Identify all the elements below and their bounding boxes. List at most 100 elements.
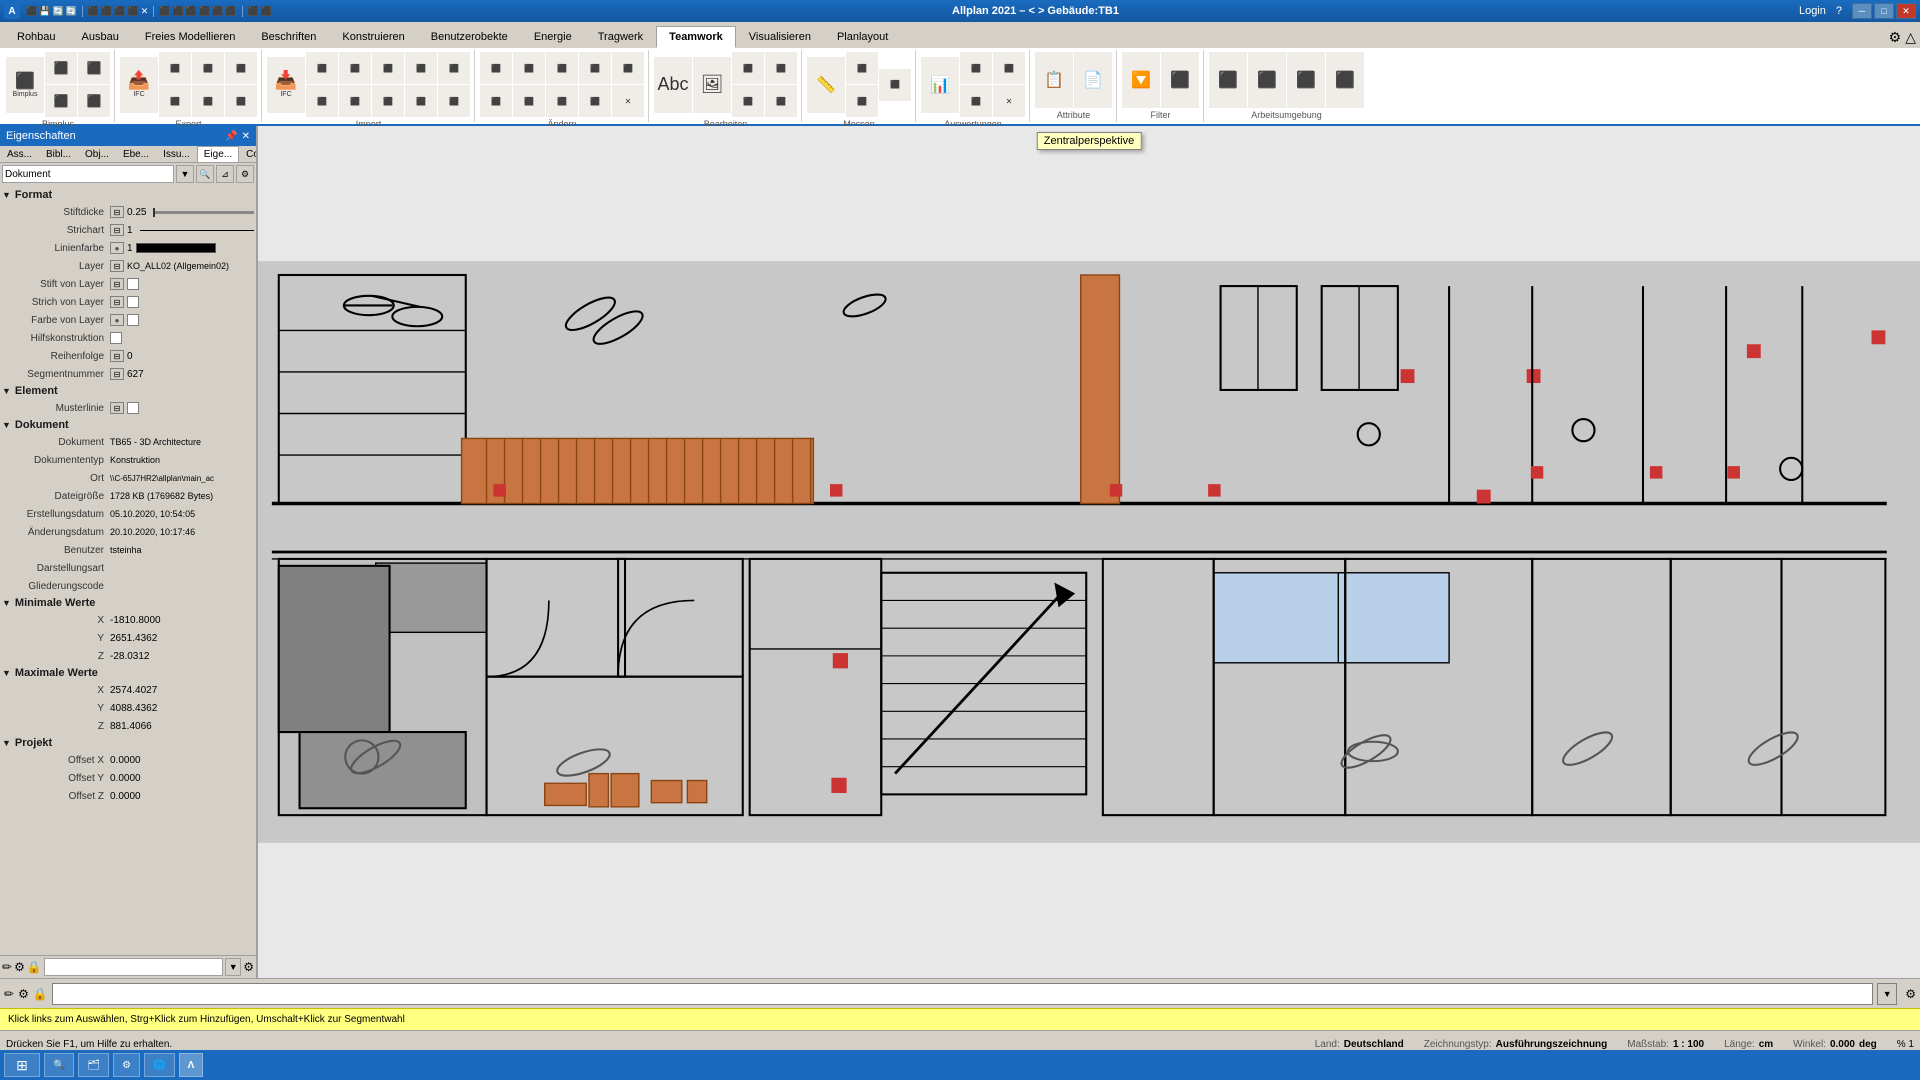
- panel-tool-icon-1[interactable]: ✏: [2, 960, 12, 974]
- tab-freies-modellieren[interactable]: Freies Modellieren: [132, 26, 248, 48]
- tab-konstruieren[interactable]: Konstruieren: [329, 26, 417, 48]
- tab-tragwerk[interactable]: Tragwerk: [585, 26, 656, 48]
- export-btn-2[interactable]: ⬛: [159, 52, 191, 84]
- qat-icon[interactable]: 🔄: [52, 6, 63, 17]
- close-button[interactable]: ✕: [1896, 3, 1916, 19]
- import-btn-11[interactable]: ⬛: [438, 85, 470, 117]
- panel-search-input[interactable]: [2, 165, 174, 183]
- tab-rohbau[interactable]: Rohbau: [4, 26, 69, 48]
- arbeitsumgebung-btn-4[interactable]: ⬛: [1326, 52, 1364, 108]
- qat-icon[interactable]: ⬛: [101, 6, 112, 17]
- panel-pin-icon[interactable]: 📌: [225, 131, 237, 142]
- auswertungen-btn-3[interactable]: ⬛: [960, 85, 992, 117]
- auswertungen-btn-2[interactable]: ⬛: [960, 52, 992, 84]
- taskbar-search-btn[interactable]: 🔍: [44, 1053, 74, 1077]
- export-btn-7[interactable]: ⬛: [225, 85, 257, 117]
- qat-icon[interactable]: ⬛: [128, 6, 139, 17]
- arbeitsumgebung-btn-3[interactable]: ⬛: [1287, 52, 1325, 108]
- help-button[interactable]: ?: [1836, 5, 1842, 17]
- tab-visualisieren[interactable]: Visualisieren: [736, 26, 824, 48]
- import-btn-3[interactable]: ⬛: [306, 85, 338, 117]
- qat-icon[interactable]: ⬛: [26, 6, 37, 17]
- messen-btn-1[interactable]: 📏: [807, 57, 845, 113]
- panel-settings-btn[interactable]: ⚙: [236, 165, 254, 183]
- qat-icon[interactable]: ⬛: [248, 6, 259, 17]
- panel-tab-ebe[interactable]: Ebe...: [116, 146, 156, 162]
- import-btn-9[interactable]: ⬛: [405, 85, 437, 117]
- qat-icon[interactable]: ✕: [141, 6, 149, 17]
- command-input[interactable]: [52, 983, 1873, 1005]
- command-icon-3[interactable]: 🔒: [33, 987, 48, 1001]
- export-btn-6[interactable]: ⬛: [225, 52, 257, 84]
- auswertungen-btn-5[interactable]: ✕: [993, 85, 1025, 117]
- panel-tab-eige[interactable]: Eige...: [197, 146, 239, 162]
- command-dropdown-btn[interactable]: ▼: [1877, 983, 1897, 1005]
- import-btn-7[interactable]: ⬛: [372, 85, 404, 117]
- strich-checkbox[interactable]: [127, 296, 139, 308]
- andern-btn-5[interactable]: ⬛: [546, 52, 578, 84]
- import-btn-8[interactable]: ⬛: [405, 52, 437, 84]
- taskbar-browser-btn[interactable]: 🌐: [144, 1053, 174, 1077]
- import-btn-2[interactable]: ⬛: [306, 52, 338, 84]
- andern-btn-2[interactable]: ⬛: [480, 85, 512, 117]
- arbeitsumgebung-btn-2[interactable]: ⬛: [1248, 52, 1286, 108]
- andern-btn-7[interactable]: ⬛: [579, 52, 611, 84]
- tab-energie[interactable]: Energie: [521, 26, 585, 48]
- qat-icon[interactable]: ⬛: [212, 6, 223, 17]
- color-swatch[interactable]: [136, 243, 216, 253]
- settings-icon[interactable]: ⚙: [1889, 29, 1902, 46]
- start-button[interactable]: ⊞: [4, 1053, 40, 1077]
- panel-close-icon[interactable]: ✕: [242, 131, 250, 142]
- stiftdicke-slider[interactable]: [153, 211, 254, 214]
- panel-tool-icon-3[interactable]: 🔒: [27, 960, 42, 974]
- andern-btn-4[interactable]: ⬛: [513, 85, 545, 117]
- export-btn-4[interactable]: ⬛: [192, 52, 224, 84]
- bearbeiten-btn-4[interactable]: ⬛: [732, 85, 764, 117]
- panel-filter-dropdown[interactable]: ▼: [225, 958, 241, 976]
- panel-tab-obj[interactable]: Obj...: [78, 146, 116, 162]
- filter-btn-1[interactable]: 🔽: [1122, 52, 1160, 108]
- qat-icon[interactable]: 🔄: [66, 6, 77, 17]
- minimize-button[interactable]: ─: [1852, 3, 1872, 19]
- auswertungen-btn-4[interactable]: ⬛: [993, 52, 1025, 84]
- qat-icon[interactable]: ⬛: [186, 6, 197, 17]
- expand-icon[interactable]: △: [1905, 29, 1916, 46]
- hilfskonstruktion-checkbox[interactable]: [110, 332, 122, 344]
- bimplus-btn-4[interactable]: ⬛: [78, 52, 110, 84]
- import-btn-6[interactable]: ⬛: [372, 52, 404, 84]
- qat-icon[interactable]: ⬛: [159, 6, 170, 17]
- maximize-button[interactable]: □: [1874, 3, 1894, 19]
- dokument-section-header[interactable]: ▼ Dokument: [2, 417, 254, 433]
- qat-icon[interactable]: ⬛: [88, 6, 99, 17]
- export-btn-1[interactable]: 📤 IFC: [120, 57, 158, 113]
- panel-tab-ass[interactable]: Ass...: [0, 146, 39, 162]
- panel-tab-issu[interactable]: Issu...: [156, 146, 197, 162]
- panel-tab-bibl[interactable]: Bibl...: [39, 146, 78, 162]
- bimplus-btn-2[interactable]: ⬛: [45, 52, 77, 84]
- panel-tab-co[interactable]: Co...: [239, 146, 258, 162]
- element-section-header[interactable]: ▼ Element: [2, 383, 254, 399]
- farbe-checkbox[interactable]: [127, 314, 139, 326]
- bearbeiten-btn-3[interactable]: ⬛: [732, 52, 764, 84]
- qat-icon[interactable]: ⬛: [261, 6, 272, 17]
- export-btn-5[interactable]: ⬛: [192, 85, 224, 117]
- drawing-area[interactable]: Zentralperspektive: [258, 126, 1920, 978]
- andern-btn-1[interactable]: ⬛: [480, 52, 512, 84]
- import-btn-4[interactable]: ⬛: [339, 52, 371, 84]
- andern-btn-8[interactable]: ⬛: [579, 85, 611, 117]
- bearbeiten-btn-text[interactable]: Abc: [654, 57, 692, 113]
- search-dropdown-btn[interactable]: ▼: [176, 165, 194, 183]
- messen-btn-3[interactable]: ⬛: [846, 85, 878, 117]
- projekt-section-header[interactable]: ▼ Projekt: [2, 735, 254, 751]
- export-btn-3[interactable]: ⬛: [159, 85, 191, 117]
- messen-btn-4[interactable]: ⬛: [879, 69, 911, 101]
- format-section-header[interactable]: ▼ Format: [2, 187, 254, 203]
- bimplus-btn-1[interactable]: ⬛ Bimplus: [6, 57, 44, 113]
- messen-btn-2[interactable]: ⬛: [846, 52, 878, 84]
- panel-settings-gear-icon[interactable]: ⚙: [243, 960, 254, 974]
- panel-filter-input[interactable]: [44, 958, 223, 976]
- tab-beschriften[interactable]: Beschriften: [248, 26, 329, 48]
- arbeitsumgebung-btn-1[interactable]: ⬛: [1209, 52, 1247, 108]
- filter-btn-2[interactable]: ⬛: [1161, 52, 1199, 108]
- bimplus-btn-3[interactable]: ⬛: [45, 85, 77, 117]
